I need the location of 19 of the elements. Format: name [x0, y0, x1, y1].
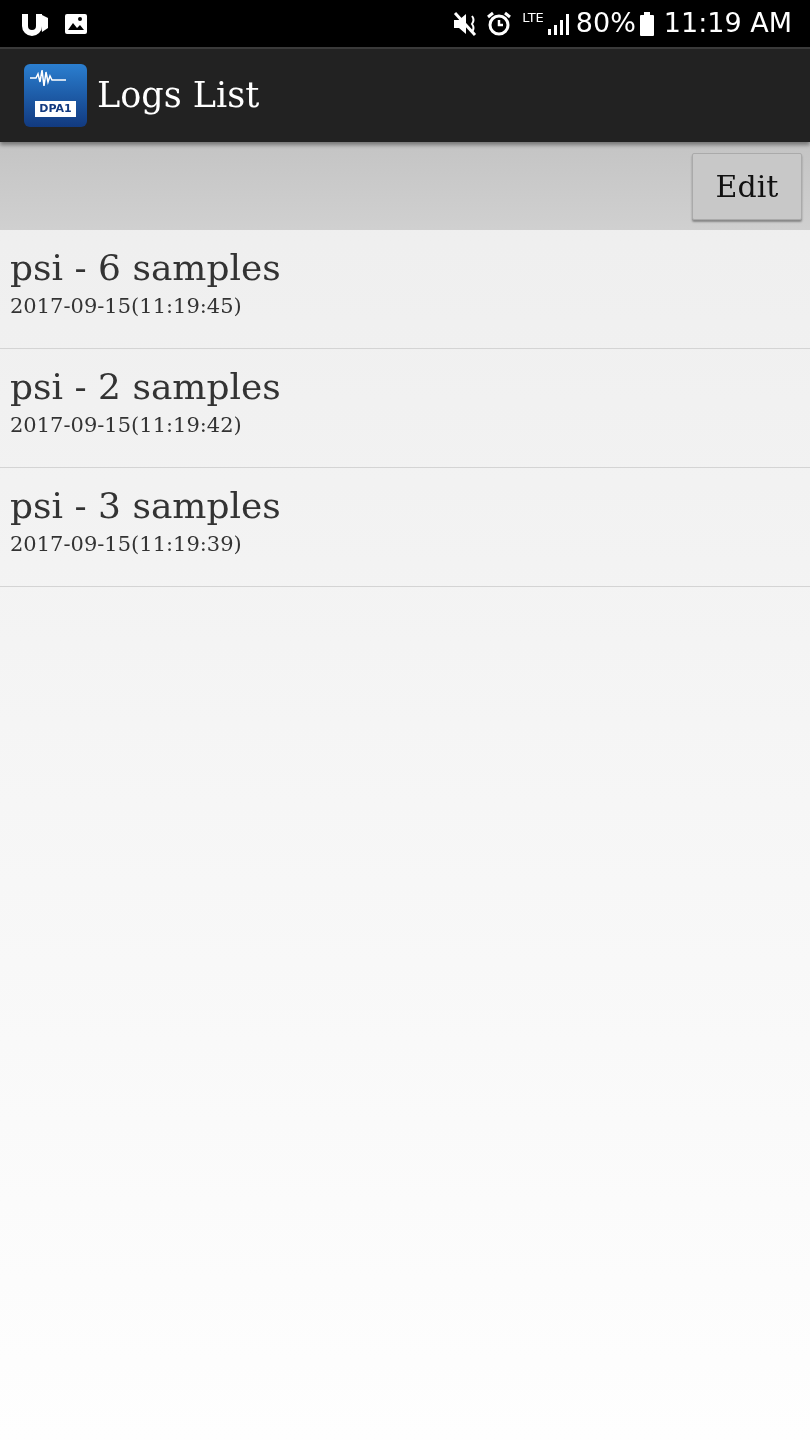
- log-title: psi - 2 samples: [10, 365, 281, 409]
- log-timestamp: 2017-09-15(11:19:45): [10, 293, 242, 320]
- log-title: psi - 3 samples: [10, 484, 281, 528]
- clock: 11:19 AM: [663, 6, 792, 41]
- log-title: psi - 6 samples: [10, 246, 281, 290]
- log-timestamp: 2017-09-15(11:19:39): [10, 531, 242, 558]
- battery-percentage: 80%: [575, 6, 636, 41]
- screen-title: Logs List: [97, 74, 260, 118]
- app-icon: DPA1: [24, 64, 87, 127]
- log-timestamp: 2017-09-15(11:19:42): [10, 412, 242, 439]
- image-icon: [64, 12, 88, 35]
- edit-button[interactable]: Edit: [692, 152, 802, 220]
- alarm-icon: [486, 10, 513, 37]
- network-type: LTE: [522, 11, 544, 24]
- log-list-item[interactable]: psi - 6 samples 2017-09-15(11:19:45): [0, 230, 810, 349]
- log-list-item[interactable]: psi - 2 samples 2017-09-15(11:19:42): [0, 349, 810, 468]
- battery-icon: [639, 11, 654, 36]
- log-list-item[interactable]: psi - 3 samples 2017-09-15(11:19:39): [0, 468, 810, 587]
- signal-icon: [545, 12, 570, 35]
